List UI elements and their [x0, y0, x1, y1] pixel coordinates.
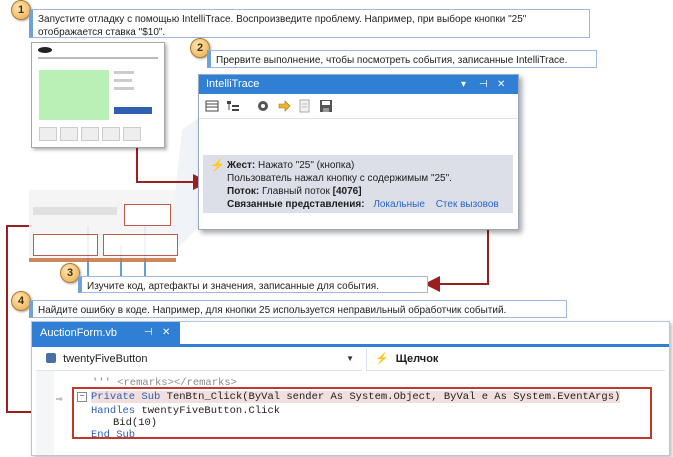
- code-editor: AuctionForm.vb ⊣ ✕ twentyFiveButton ▼ ⚡ …: [31, 321, 670, 456]
- mini-browser-illustration: [31, 42, 165, 148]
- mini-browser-image: [39, 70, 109, 120]
- faded-form-bottom-bar: [29, 258, 176, 262]
- mini-browser-tile: [39, 127, 57, 141]
- locals-link[interactable]: Локальные: [373, 199, 425, 210]
- mini-browser-textline: [114, 87, 134, 90]
- kw-handles: Handles: [91, 405, 136, 417]
- mini-browser-tile: [123, 127, 141, 141]
- kw-sub: Sub: [141, 391, 161, 403]
- code-line-signature: Private Sub TenBtn_Click(ByVal sender As…: [91, 391, 621, 403]
- intellitrace-window: IntelliTrace ▾ ⊣ ✕ ⚡ Жест: Нажато "25" (…: [198, 74, 519, 230]
- intellitrace-toolbar: [199, 94, 518, 119]
- tab-title: AuctionForm.vb: [40, 327, 118, 339]
- mini-browser-tile: [60, 127, 78, 141]
- member-dropdown[interactable]: twentyFiveButton ▼: [36, 348, 362, 371]
- event-description: Пользователь нажал кнопку с содержимым "…: [227, 173, 452, 184]
- gesture-row[interactable]: Жест: Нажато "25" (кнопка): [227, 159, 354, 172]
- pin-icon[interactable]: ⊣: [479, 75, 488, 94]
- thread-id: [4076]: [332, 186, 362, 197]
- lightning-icon: ⚡: [375, 353, 389, 365]
- step-4-callout: Найдите ошибку в коде. Например, для кно…: [29, 300, 567, 318]
- member-dropdown-value: twentyFiveButton: [63, 353, 148, 365]
- call-stack-link[interactable]: Стек вызовов: [436, 199, 499, 210]
- close-icon[interactable]: ✕: [497, 75, 505, 94]
- mini-browser-textline: [114, 79, 132, 82]
- settings-icon[interactable]: [256, 99, 270, 113]
- mini-browser-tile: [102, 127, 120, 141]
- event-details-panel: ⚡ Жест: Нажато "25" (кнопка) Пользовател…: [203, 155, 513, 213]
- kw-private: Private: [91, 391, 136, 403]
- step-4-badge: 4: [11, 291, 31, 311]
- gesture-value: Нажато "25" (кнопка): [258, 160, 355, 171]
- faded-form-button-left: [33, 234, 98, 256]
- current-statement-arrow-icon: ⇨: [56, 394, 63, 406]
- list-view-icon[interactable]: [205, 99, 219, 113]
- mini-browser-bar: [38, 57, 158, 59]
- tab-underline: [32, 344, 669, 347]
- mini-browser-logo: [38, 47, 52, 53]
- step-1-callout: Запустите отладку с помощью IntelliTrace…: [29, 9, 590, 38]
- class-icon: [46, 353, 56, 364]
- chevron-down-icon: ▼: [346, 354, 354, 363]
- editor-margin: [36, 371, 54, 455]
- intellitrace-title: IntelliTrace: [206, 78, 260, 90]
- faded-form-button-right: [124, 204, 171, 226]
- thread-value: Главный поток: [262, 186, 330, 197]
- step-3-callout: Изучите код, артефакты и значения, запис…: [78, 276, 428, 293]
- close-icon[interactable]: ✕: [162, 322, 170, 344]
- faded-form-illustration: [29, 190, 178, 262]
- tab-auctionform[interactable]: AuctionForm.vb ⊣ ✕: [32, 322, 180, 344]
- thread-label: Поток:: [227, 186, 260, 197]
- collapse-icon: −: [77, 392, 87, 402]
- code-line-body: Bid(10): [113, 417, 158, 429]
- step-2-callout: Прервите выполнение, чтобы посмотреть со…: [207, 50, 597, 68]
- handles-rest: twentyFiveButton.Click: [141, 405, 281, 417]
- event-dropdown[interactable]: ⚡ Щелчок: [366, 348, 665, 371]
- step-1-badge: 1: [11, 0, 31, 20]
- dropdown-icon[interactable]: ▾: [461, 75, 466, 94]
- gesture-label: Жест:: [227, 160, 256, 171]
- lightning-icon: ⚡: [210, 158, 225, 172]
- related-views-label: Связанные представления:: [227, 199, 365, 210]
- step-arrow-icon[interactable]: [277, 99, 291, 113]
- mini-browser-tile: [81, 127, 99, 141]
- signature-rest: TenBtn_Click(ByVal sender As System.Obje…: [166, 391, 621, 403]
- event-dropdown-value: Щелчок: [395, 353, 439, 365]
- step-3-badge: 3: [60, 263, 80, 283]
- mini-browser-textline: [114, 71, 134, 74]
- pin-icon[interactable]: ⊣: [144, 322, 153, 344]
- related-views-row: Связанные представления: Локальные Стек …: [227, 198, 499, 211]
- faded-form-button-middle: [103, 234, 178, 256]
- code-line-end-sub: End Sub: [91, 429, 136, 441]
- code-area[interactable]: ''' <remarks></remarks> ⇨ − Private Sub …: [32, 371, 669, 455]
- thread-row: Поток: Главный поток [4076]: [227, 185, 362, 198]
- save-icon[interactable]: [319, 99, 333, 113]
- code-line-handles: Handles twentyFiveButton.Click: [91, 405, 280, 417]
- tree-view-icon[interactable]: [226, 99, 240, 113]
- intellitrace-titlebar: IntelliTrace ▾ ⊣ ✕: [199, 75, 518, 94]
- mini-browser-bid-button: [114, 107, 152, 114]
- open-log-icon[interactable]: [298, 99, 312, 113]
- faded-form-field: [33, 207, 117, 215]
